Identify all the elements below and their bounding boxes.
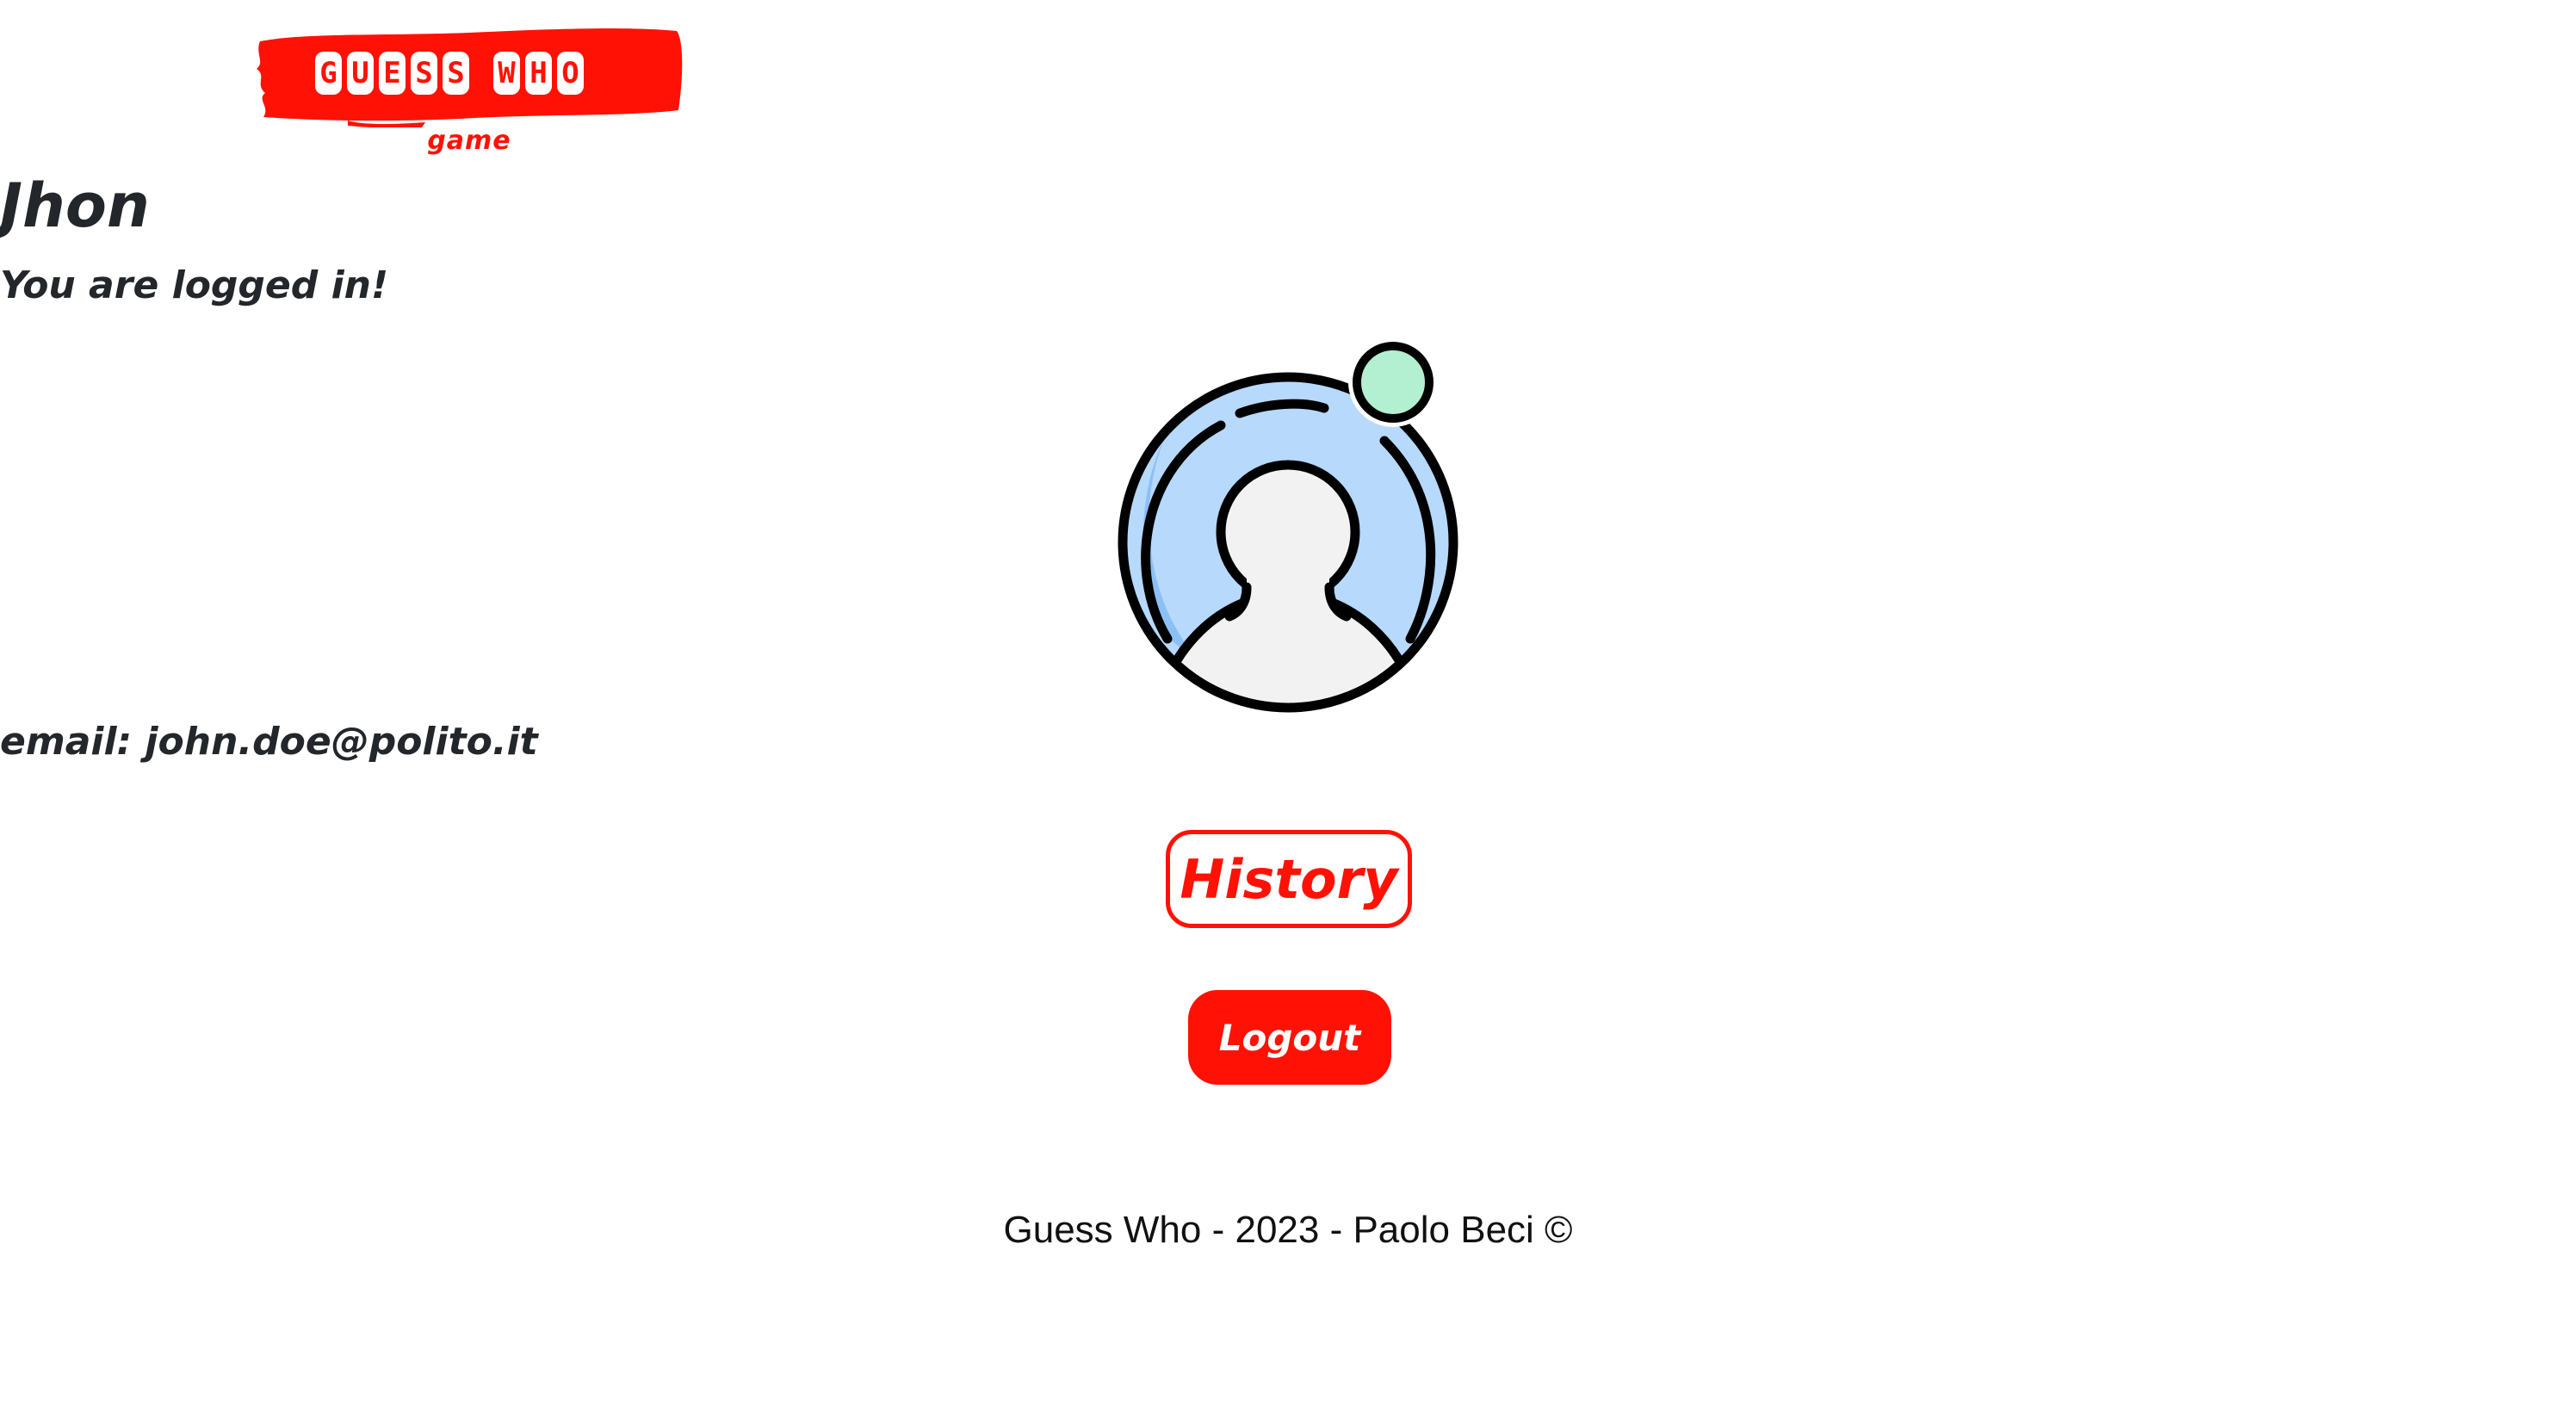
logo-letter: W bbox=[493, 52, 520, 95]
user-avatar-icon bbox=[1118, 329, 1462, 716]
app-logo[interactable]: G U E S S W H O game bbox=[253, 24, 685, 162]
logo-wordmark: G U E S S W H O bbox=[315, 52, 584, 95]
logo-letter: O bbox=[557, 52, 584, 95]
email-label: email: bbox=[0, 720, 133, 764]
logo-letter: E bbox=[379, 52, 406, 95]
login-status-text: You are logged in! bbox=[0, 263, 389, 307]
email-row: email: john.doe@polito.it bbox=[0, 720, 2576, 764]
logo-subtitle: game bbox=[427, 126, 511, 156]
logout-button[interactable]: Logout bbox=[1188, 990, 1391, 1085]
logo-letter: H bbox=[525, 52, 552, 95]
logo-letter: G bbox=[315, 52, 342, 95]
logo-letter: U bbox=[347, 52, 374, 95]
logo-letter: S bbox=[443, 52, 469, 95]
user-name: Jhon bbox=[0, 170, 150, 241]
logo-letter: S bbox=[411, 52, 437, 95]
history-button[interactable]: History bbox=[1166, 830, 1412, 928]
email-value: john.doe@polito.it bbox=[145, 720, 538, 764]
footer-text: Guess Who - 2023 - Paolo Beci © bbox=[1003, 1209, 1573, 1251]
logo-spacer bbox=[474, 52, 488, 95]
online-status-dot bbox=[1353, 342, 1434, 423]
